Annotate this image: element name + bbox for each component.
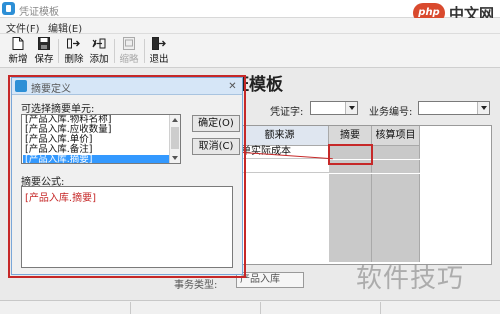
menu-bar: 文件(F) 编辑(E) — [0, 18, 500, 35]
grid-column-fill — [329, 174, 372, 262]
cancel-button[interactable]: 取消(C) — [192, 138, 240, 155]
dialog-title: 摘要定义 — [31, 84, 71, 95]
status-divider — [260, 302, 261, 314]
toolbar-separator — [114, 39, 115, 63]
grid-column-fill — [372, 174, 420, 262]
summary-units-list[interactable]: [产品入库.物料名称] [产品入库.应收数量] [产品入库.单价] [产品入库.… — [21, 114, 181, 164]
list-scrollbar[interactable] — [169, 115, 180, 163]
business-label: 业务编号: — [369, 107, 413, 118]
scroll-up-icon[interactable] — [172, 118, 178, 122]
business-combo[interactable] — [418, 101, 490, 115]
new-file-icon — [12, 37, 24, 50]
formula-textarea[interactable]: [产品入库.摘要] — [21, 186, 233, 268]
toolbar: 新增 保存 删除 添加 缩略 退出 — [0, 34, 500, 68]
thumbnail-button[interactable]: 缩略 — [117, 37, 141, 67]
list-item-selected[interactable]: [产品入库.摘要] — [23, 155, 169, 163]
transaction-type-field[interactable]: 产品入库 — [236, 272, 304, 288]
thumbnail-icon — [123, 37, 135, 50]
watermark: 软件技巧 — [356, 264, 465, 294]
summary-dialog: 摘要定义 ✕ 可选择摘要单元: [产品入库.物料名称] [产品入库.应收数量] … — [11, 77, 243, 275]
chevron-down-icon[interactable] — [477, 102, 489, 114]
app-icon — [2, 2, 15, 15]
save-button[interactable]: 保存 — [32, 37, 56, 67]
grid-cell[interactable] — [372, 160, 420, 173]
add-button[interactable]: 添加 — [87, 37, 111, 67]
transaction-type-label: 事务类型: — [174, 280, 218, 291]
add-icon — [92, 38, 106, 49]
menu-edit[interactable]: 编辑(E) — [48, 20, 82, 35]
close-icon[interactable]: ✕ — [226, 80, 239, 93]
menu-file[interactable]: 文件(F) — [6, 20, 40, 35]
voucher-label: 凭证字: — [270, 107, 304, 118]
toolbar-separator — [144, 39, 145, 63]
chevron-down-icon[interactable] — [345, 102, 357, 114]
status-divider — [380, 302, 381, 314]
save-icon — [38, 37, 50, 50]
delete-button[interactable]: 删除 — [62, 37, 86, 67]
delete-icon — [67, 38, 80, 49]
toolbar-separator — [58, 39, 59, 63]
exit-button[interactable]: 退出 — [147, 37, 171, 67]
available-units-label: 可选择摘要单元: — [21, 104, 95, 115]
window-title: 凭证模板 — [19, 7, 59, 18]
scroll-thumb[interactable] — [171, 127, 179, 149]
highlight-box — [328, 144, 373, 165]
app-icon — [15, 80, 27, 92]
ok-button[interactable]: 确定(O) — [192, 115, 240, 132]
column-header[interactable]: 摘要 — [329, 126, 372, 146]
dialog-titlebar: 摘要定义 ✕ — [12, 78, 242, 95]
exit-icon — [152, 37, 166, 50]
column-header[interactable]: 核算项目 — [372, 126, 420, 146]
voucher-combo[interactable] — [310, 101, 358, 115]
scroll-down-icon[interactable] — [172, 156, 178, 160]
new-button[interactable]: 新增 — [6, 37, 30, 67]
status-divider — [130, 302, 131, 314]
grid-cell[interactable] — [372, 146, 420, 159]
status-bar — [0, 300, 500, 314]
